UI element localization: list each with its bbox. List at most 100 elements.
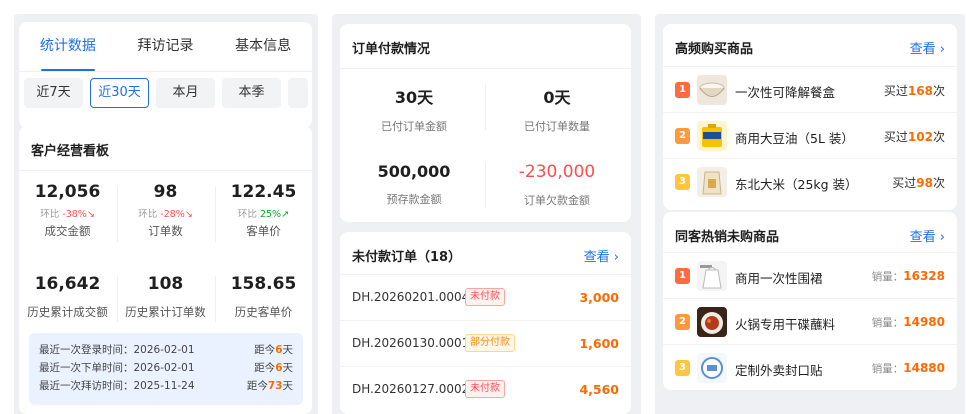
metric-sales-amount: 12,056 环比 -38%↘ 成交金额 [19, 182, 116, 239]
bowl-thumb-icon [697, 75, 727, 105]
status-badge: 未付款 [465, 380, 505, 398]
metric-label: 历史累计成交额 [27, 305, 108, 319]
product-row[interactable]: 3 定制外卖封口贴 销量：14880 [663, 344, 957, 390]
view-frequent-link[interactable]: 查看 › [910, 38, 945, 57]
metric-label: 历史累计订单数 [125, 305, 206, 319]
divider [117, 276, 118, 322]
period-filter: 近7天 近30天 本月 本季 [24, 78, 314, 108]
period-7d[interactable]: 近7天 [24, 78, 83, 108]
product-name: 东北大米（25kg 装） [735, 177, 858, 192]
order-id: DH.20260201.0004 [352, 290, 470, 304]
frequent-products-card: 高频购买商品 查看 › 1 一次性可降解餐盒 买过168次 2 商用大豆油（5L… [663, 24, 957, 210]
product-name: 定制外卖封口贴 [735, 363, 823, 378]
order-amount: 3,000 [579, 290, 619, 305]
order-row[interactable]: DH.20260127.0002 未付款 4,560 [340, 366, 631, 412]
product-name: 火锅专用干碟蘸料 [735, 317, 836, 332]
metric-label: 历史客单价 [234, 305, 293, 319]
metric-order-count: 98 环比 -28%↘ 订单数 [117, 182, 214, 239]
metric-label: 成交金额 [44, 224, 91, 238]
history-sales-amount: 16,642 历史累计成交额 [19, 274, 116, 320]
period-month[interactable]: 本月 [156, 78, 215, 108]
paid-order-amount: 30天 已付订单金额 [381, 88, 447, 133]
product-row[interactable]: 1 商用一次性围裙 销量：16328 [663, 252, 957, 298]
divider [117, 186, 118, 242]
customer-stats-column: 统计数据 拜访记录 基本信息 近7天 近30天 本月 本季 客户经营看板 12,… [14, 14, 318, 414]
products-column: 高频购买商品 查看 › 1 一次性可降解餐盒 买过168次 2 商用大豆油（5L… [655, 14, 965, 414]
metric-value: 12,056 [34, 182, 101, 202]
metric-value: 98 [153, 182, 178, 202]
peer-title: 同客热销未购商品 [675, 230, 780, 245]
product-row[interactable]: 3 东北大米（25kg 装） 买过98次 [663, 158, 957, 204]
apron-thumb-icon [697, 261, 727, 291]
customer-dashboard-card: 客户经营看板 12,056 环比 -38%↘ 成交金额 98 环比 -28%↘ … [19, 126, 312, 414]
metric-value: 158.65 [230, 274, 297, 294]
payment-title: 订单付款情况 [352, 42, 431, 57]
status-badge: 未付款 [465, 288, 505, 306]
divider [485, 162, 486, 208]
peer-hot-products-card: 同客热销未购商品 查看 › 1 商用一次性围裙 销量：16328 2 火锅专用干… [663, 212, 957, 390]
product-name: 商用一次性围裙 [735, 271, 823, 286]
product-name: 商用大豆油（5L 装） [735, 131, 854, 146]
purchase-count: 买过98次 [892, 176, 945, 190]
rank-badge: 3 [675, 174, 690, 190]
metric-compare: 环比 -38%↘ [40, 209, 95, 220]
order-id: DH.20260127.0002 [352, 382, 470, 396]
metric-compare: 环比 25%↗ [237, 209, 290, 220]
last-login-row: 最近一次登录时间：2026-02-01 距今6天 [39, 344, 293, 356]
sauce-thumb-icon [697, 307, 727, 337]
metric-avg-order-value: 122.45 环比 25%↗ 客单价 [215, 182, 312, 239]
rank-badge: 1 [675, 82, 690, 98]
arrow-up-icon: ↗ [281, 209, 290, 220]
tabs-card: 统计数据 拜访记录 基本信息 [19, 22, 312, 128]
order-amount: 1,600 [579, 336, 619, 351]
rank-badge: 2 [675, 314, 690, 330]
status-badge: 部分付款 [465, 334, 515, 352]
metric-compare: 环比 -28%↘ [138, 209, 193, 220]
divider [19, 170, 312, 171]
last-order-row: 最近一次下单时间：2026-02-01 距今6天 [39, 362, 293, 374]
divider [485, 84, 486, 130]
purchase-count: 买过102次 [883, 130, 945, 144]
order-row[interactable]: DH.20260130.0001 部分付款 1,600 [340, 320, 631, 366]
tab-basic-info[interactable]: 基本信息 [214, 22, 312, 71]
product-name: 一次性可降解餐盒 [735, 85, 836, 100]
orders-column: 订单付款情况 30天 已付订单金额 0天 已付订单数量 500,000 预存款金… [332, 14, 641, 414]
last-visit-row: 最近一次拜访时间：2025-11-24 距今73天 [39, 380, 293, 392]
view-peer-link[interactable]: 查看 › [910, 226, 945, 245]
unpaid-title: 未付款订单（18） [352, 250, 462, 265]
frequent-title: 高频购买商品 [675, 42, 754, 57]
tab-bar: 统计数据 拜访记录 基本信息 [19, 22, 312, 72]
sales-count: 销量：14880 [871, 361, 945, 375]
prepaid-amount: 500,000 预存款金额 [377, 162, 451, 206]
period-30d[interactable]: 近30天 [90, 78, 149, 108]
product-row[interactable]: 2 火锅专用干碟蘸料 销量：14980 [663, 298, 957, 344]
rank-badge: 2 [675, 128, 690, 144]
tab-visit-records[interactable]: 拜访记录 [117, 22, 215, 71]
sales-count: 销量：14980 [871, 315, 945, 329]
rank-badge: 3 [675, 360, 690, 376]
paid-order-count: 0天 已付订单数量 [524, 88, 590, 133]
history-avg-order-value: 158.65 历史客单价 [215, 274, 312, 320]
dashboard-title: 客户经营看板 [31, 144, 110, 159]
view-unpaid-link[interactable]: 查看 › [584, 246, 619, 265]
metric-value: 122.45 [230, 182, 297, 202]
divider [340, 68, 631, 69]
purchase-count: 买过168次 [883, 84, 945, 98]
period-more[interactable] [288, 78, 308, 108]
oil-thumb-icon [697, 121, 727, 151]
product-row[interactable]: 2 商用大豆油（5L 装） 买过102次 [663, 112, 957, 158]
order-row[interactable]: DH.20260201.0004 未付款 3,000 [340, 274, 631, 320]
period-quarter[interactable]: 本季 [222, 78, 281, 108]
metric-label: 客单价 [246, 224, 281, 238]
rank-badge: 1 [675, 268, 690, 284]
divider [215, 186, 216, 242]
metric-value: 16,642 [34, 274, 101, 294]
product-row[interactable]: 1 一次性可降解餐盒 买过168次 [663, 66, 957, 112]
payment-status-card: 订单付款情况 30天 已付订单金额 0天 已付订单数量 500,000 预存款金… [340, 24, 631, 222]
arrow-down-icon: ↘ [86, 209, 95, 220]
sticker-thumb-icon [697, 353, 727, 383]
order-amount: 4,560 [579, 382, 619, 397]
order-debt-amount: -230,000 订单欠款金额 [518, 162, 596, 207]
recent-activity-box: 最近一次登录时间：2026-02-01 距今6天 最近一次下单时间：2026-0… [29, 333, 303, 405]
tab-statistics[interactable]: 统计数据 [19, 22, 117, 71]
